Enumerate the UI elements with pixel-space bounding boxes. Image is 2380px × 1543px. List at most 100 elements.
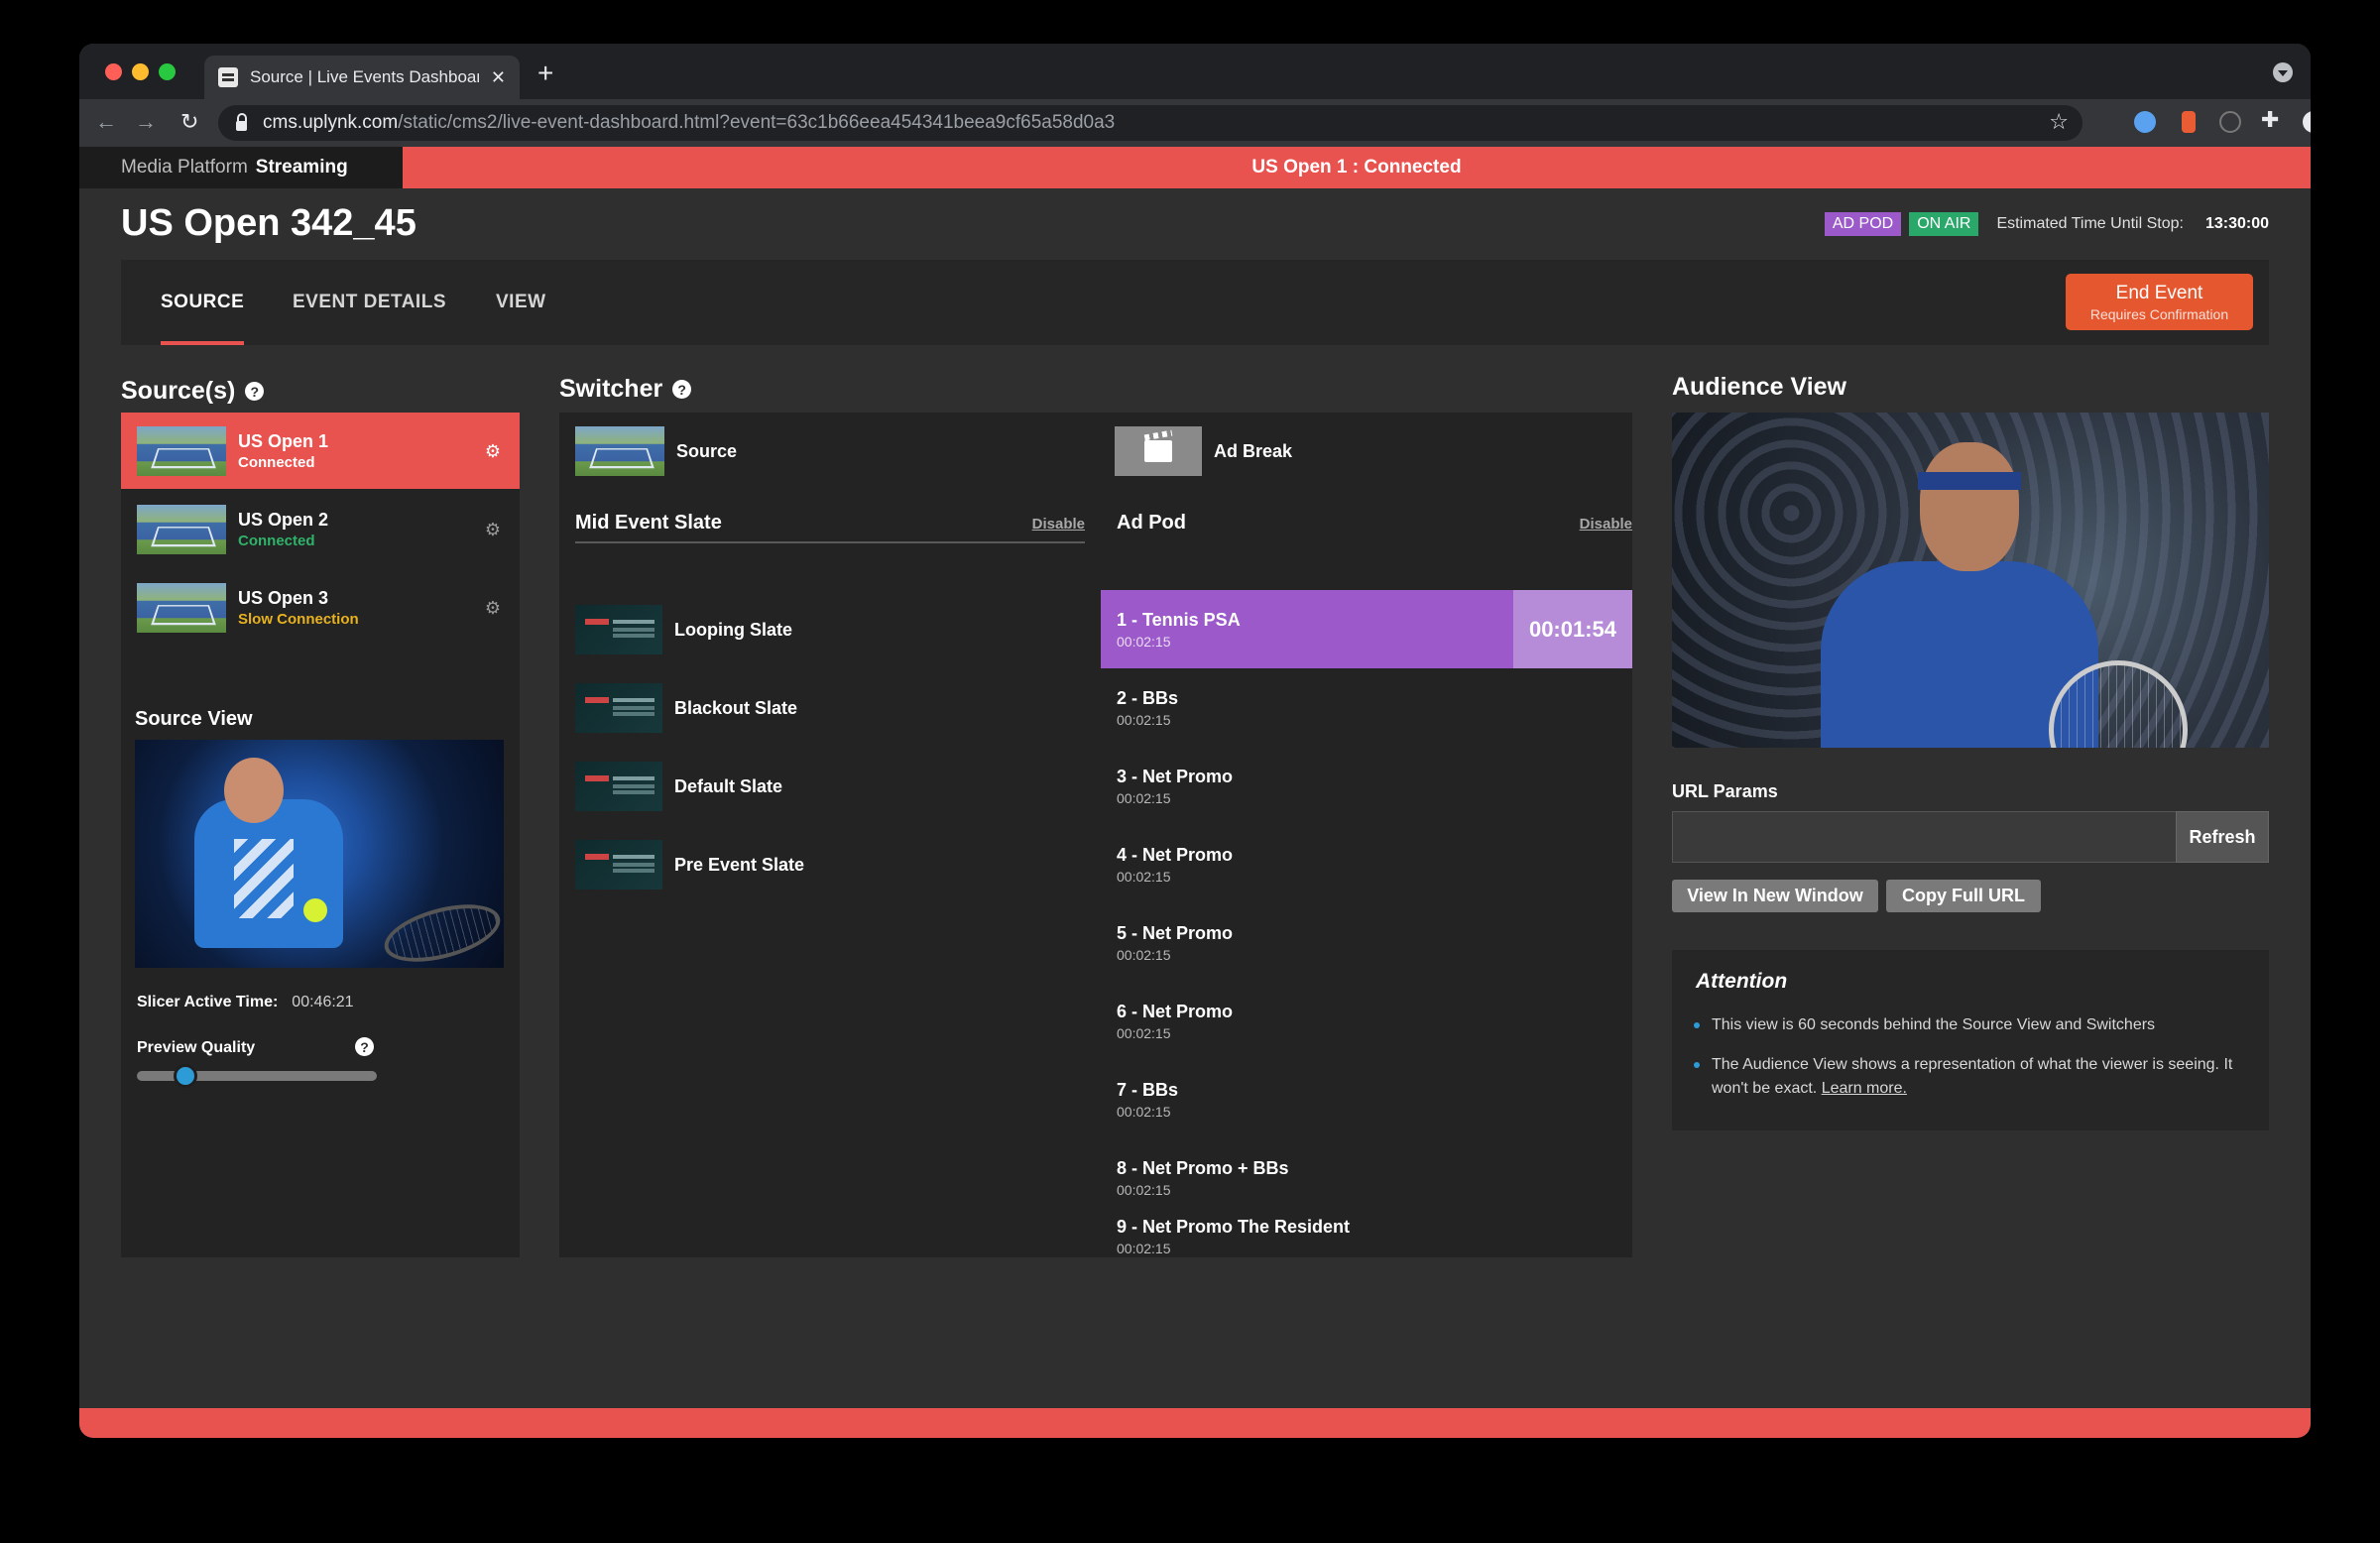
slicer-value: 00:46:21 xyxy=(292,994,354,1010)
ad-break-button[interactable]: Ad Break xyxy=(1115,426,1292,476)
source-item-us-open-1[interactable]: US Open 1 Connected ⚙ xyxy=(121,413,520,489)
extension-info-icon[interactable] xyxy=(2219,111,2241,133)
attention-item: The Audience View shows a representation… xyxy=(1694,1053,2237,1101)
help-icon[interactable]: ? xyxy=(355,1037,374,1056)
brand-light-text: Media Platform xyxy=(121,157,248,178)
source-view-title: Source View xyxy=(135,708,253,730)
switcher-heading: Switcher ? xyxy=(559,375,692,404)
view-in-new-window-button[interactable]: View In New Window xyxy=(1672,880,1878,912)
source-status: Connected xyxy=(238,453,315,471)
page-tabs: SOURCE EVENT DETAILS VIEW End Event Requ… xyxy=(121,260,2269,345)
learn-more-link[interactable]: Learn more. xyxy=(1822,1080,1907,1097)
ad-pod-item-name: 9 - Net Promo The Resident xyxy=(1117,1217,1351,1237)
app-brandbar: Media Platform Streaming US Open 1 : Con… xyxy=(79,147,2311,188)
brand-logo[interactable]: Media Platform Streaming xyxy=(79,147,403,188)
source-item-us-open-2[interactable]: US Open 2 Connected ⚙ xyxy=(121,491,520,567)
bookmark-star-icon[interactable]: ☆ xyxy=(2049,109,2069,135)
help-icon[interactable]: ? xyxy=(245,382,265,401)
audience-view-title: Audience View xyxy=(1672,373,1846,401)
ad-pod-item-duration: 00:02:15 xyxy=(1117,1103,1171,1120)
ad-break-label: Ad Break xyxy=(1214,440,1293,461)
ad-break-thumbnail xyxy=(1115,426,1202,476)
ad-pod-countdown: 00:01:54 xyxy=(1513,590,1632,668)
new-tab-button[interactable]: + xyxy=(537,58,553,89)
ad-pod-item-duration: 00:02:15 xyxy=(1117,789,1171,806)
forward-arrow-icon[interactable]: → xyxy=(135,109,157,135)
ad-pod-item-name: 8 - Net Promo + BBs xyxy=(1117,1157,1289,1178)
clapperboard-icon xyxy=(1144,440,1172,462)
ad-pod-item[interactable]: 1 - Tennis PSA 00:02:15 00:01:54 xyxy=(1101,590,1632,668)
slate-item[interactable]: Looping Slate xyxy=(575,605,792,654)
close-window-button[interactable] xyxy=(105,63,122,80)
source-status: Slow Connection xyxy=(238,610,359,628)
preview-quality-label: Preview Quality xyxy=(137,1039,256,1056)
gear-icon[interactable]: ⚙ xyxy=(484,521,502,538)
attention-panel: Attention This view is 60 seconds behind… xyxy=(1672,950,2269,1130)
refresh-button[interactable]: Refresh xyxy=(2176,811,2269,863)
browser-window: Source | Live Events Dashboard ✕ + ← → ↻… xyxy=(79,44,2311,1438)
preview-quality-slider[interactable] xyxy=(137,1064,377,1088)
ad-pod-item[interactable]: 2 - BBs 00:02:15 xyxy=(1101,668,1632,747)
extensions-puzzle-icon[interactable]: ✚ xyxy=(2261,107,2279,133)
audience-view-heading: Audience View xyxy=(1672,373,1846,402)
source-name: US Open 3 xyxy=(238,587,329,608)
ad-pod-item[interactable]: 5 - Net Promo 00:02:15 xyxy=(1101,903,1632,982)
gear-icon[interactable]: ⚙ xyxy=(484,442,502,460)
extension-shield-icon[interactable] xyxy=(2134,111,2156,133)
gear-icon[interactable]: ⚙ xyxy=(484,599,502,617)
ad-pod-item[interactable]: 4 - Net Promo 00:02:15 xyxy=(1101,825,1632,903)
event-status-badges: AD POD ON AIR Estimated Time Until Stop:… xyxy=(1824,212,2269,236)
browser-tab-active[interactable]: Source | Live Events Dashboard ✕ xyxy=(204,56,520,99)
ad-pod-item[interactable]: 6 - Net Promo 00:02:15 xyxy=(1101,982,1632,1060)
attention-text: The Audience View shows a representation… xyxy=(1712,1056,2233,1097)
player-head xyxy=(224,758,284,823)
slate-item[interactable]: Blackout Slate xyxy=(575,683,797,733)
ad-pod-item-duration: 00:02:15 xyxy=(1117,1241,1171,1256)
slate-item[interactable]: Pre Event Slate xyxy=(575,840,804,890)
extension-bottle-icon[interactable] xyxy=(2182,111,2196,133)
help-icon[interactable]: ? xyxy=(672,380,692,399)
ad-pod-item-name: 2 - BBs xyxy=(1117,687,1179,708)
source-video-preview[interactable] xyxy=(135,740,504,968)
tennis-ball xyxy=(303,898,327,922)
back-arrow-icon[interactable]: ← xyxy=(95,109,117,135)
profile-avatar-icon[interactable] xyxy=(2303,111,2311,133)
ad-pod-item-duration: 00:02:15 xyxy=(1117,946,1171,963)
ad-pod-item[interactable]: 3 - Net Promo 00:02:15 xyxy=(1101,747,1632,825)
source-item-us-open-3[interactable]: US Open 3 Slow Connection ⚙ xyxy=(121,569,520,646)
ad-pod-badge: AD POD xyxy=(1824,212,1902,236)
maximize-window-button[interactable] xyxy=(159,63,176,80)
shirt-pattern xyxy=(234,839,294,918)
ad-pod-item-name: 5 - Net Promo xyxy=(1117,922,1234,943)
ad-pod-item-name: 6 - Net Promo xyxy=(1117,1001,1234,1021)
tab-view[interactable]: VIEW xyxy=(496,260,546,345)
slate-item[interactable]: Default Slate xyxy=(575,762,782,811)
end-event-label: End Event xyxy=(2115,282,2203,303)
tab-close-icon[interactable]: ✕ xyxy=(491,67,506,88)
address-bar[interactable]: cms.uplynk.com /static/cms2/live-event-d… xyxy=(218,105,2082,141)
tab-source[interactable]: SOURCE xyxy=(161,260,245,345)
slate-thumbnail xyxy=(575,762,662,811)
end-event-button[interactable]: End Event Requires Confirmation xyxy=(2066,274,2253,330)
reload-icon[interactable]: ↻ xyxy=(180,109,198,135)
audience-video-preview[interactable] xyxy=(1672,413,2269,748)
connection-status-banner: US Open 1 : Connected xyxy=(403,147,2311,188)
slider-thumb[interactable] xyxy=(174,1064,198,1088)
copy-full-url-button[interactable]: Copy Full URL xyxy=(1886,880,2041,912)
ad-pod-item[interactable]: 7 - BBs 00:02:15 xyxy=(1101,1060,1632,1138)
slate-thumbnail xyxy=(575,840,662,890)
switch-to-source-button[interactable]: Source xyxy=(575,426,737,476)
mid-event-disable-link[interactable]: Disable xyxy=(1032,516,1085,533)
browser-toolbar: ← → ↻ cms.uplynk.com /static/cms2/live-e… xyxy=(79,99,2311,147)
minimize-window-button[interactable] xyxy=(132,63,149,80)
lock-icon[interactable] xyxy=(236,113,247,131)
tab-search-icon[interactable] xyxy=(2273,62,2293,82)
url-params-input[interactable] xyxy=(1672,811,2176,863)
ad-pod-disable-link[interactable]: Disable xyxy=(1580,516,1632,533)
ad-pod-item[interactable]: 9 - Net Promo The Resident 00:02:15 xyxy=(1101,1217,1632,1256)
ad-pod-item-duration: 00:02:15 xyxy=(1117,1181,1171,1198)
attention-text: This view is 60 seconds behind the Sourc… xyxy=(1712,1016,2156,1033)
url-params-label: URL Params xyxy=(1672,781,1778,801)
ad-pod-item[interactable]: 8 - Net Promo + BBs 00:02:15 xyxy=(1101,1138,1632,1217)
tab-event-details[interactable]: EVENT DETAILS xyxy=(293,260,446,345)
